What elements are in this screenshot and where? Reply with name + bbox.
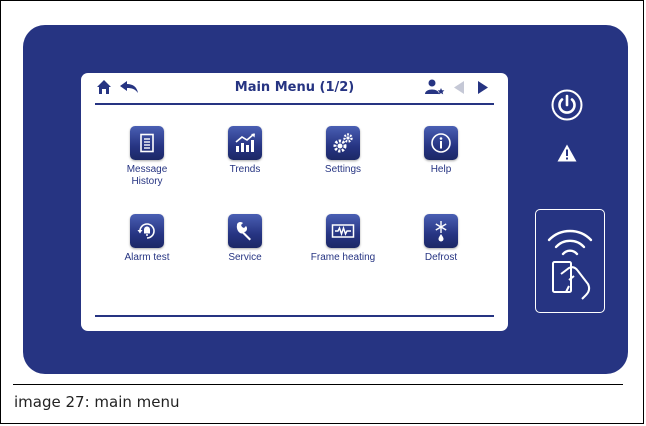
caption-rule: [13, 384, 623, 385]
tile-label: Trends: [229, 164, 261, 175]
tile-label: Message History: [126, 164, 168, 187]
figure-frame: Main Menu (1/2) Message History Trends S…: [0, 0, 644, 424]
previous-page-icon[interactable]: [453, 81, 465, 94]
nfc-card-reader-icon: [547, 229, 593, 300]
card-reader[interactable]: [535, 209, 605, 313]
tile-label: Service: [228, 252, 262, 263]
figure-caption: image 27: main menu: [14, 393, 180, 411]
info-icon: [431, 133, 451, 153]
tile-help[interactable]: Help: [391, 126, 491, 176]
frame-heating-button[interactable]: [326, 214, 360, 248]
tile-defrost[interactable]: Defrost: [391, 214, 491, 264]
tile-settings[interactable]: Settings: [293, 126, 393, 176]
next-page-icon[interactable]: [477, 81, 489, 94]
tile-label: Defrost: [424, 252, 458, 263]
document-list-icon: [140, 133, 154, 153]
tile-label: Frame heating: [310, 252, 376, 263]
touch-screen: Main Menu (1/2) Message History Trends S…: [81, 73, 508, 331]
warning-icon: [557, 144, 577, 162]
header-divider: [95, 103, 494, 105]
footer-divider: [95, 315, 494, 317]
help-button[interactable]: [424, 126, 458, 160]
tile-label: Alarm test: [124, 252, 170, 263]
tile-trends[interactable]: Trends: [195, 126, 295, 176]
wrench-icon: [236, 221, 251, 241]
user-star-icon[interactable]: [425, 79, 445, 95]
message-history-button[interactable]: [130, 126, 164, 160]
service-button[interactable]: [228, 214, 262, 248]
tile-service[interactable]: Service: [195, 214, 295, 264]
tile-frame-heating[interactable]: Frame heating: [293, 214, 393, 264]
power-icon[interactable]: [550, 88, 584, 122]
tile-alarm-test[interactable]: Alarm test: [97, 214, 197, 264]
alarm-test-button[interactable]: [130, 214, 164, 248]
tile-label: Settings: [324, 164, 362, 175]
trends-button[interactable]: [228, 126, 262, 160]
gears-icon: [333, 133, 353, 153]
snowflake-drop-icon: [435, 221, 447, 242]
tile-message-history[interactable]: Message History: [97, 126, 197, 188]
settings-button[interactable]: [326, 126, 360, 160]
tile-label: Help: [430, 164, 452, 175]
trend-chart-icon: [235, 133, 255, 152]
top-bar: Main Menu (1/2): [81, 73, 508, 103]
defrost-button[interactable]: [424, 214, 458, 248]
heater-icon: [331, 224, 355, 238]
bell-cycle-icon: [137, 223, 155, 239]
